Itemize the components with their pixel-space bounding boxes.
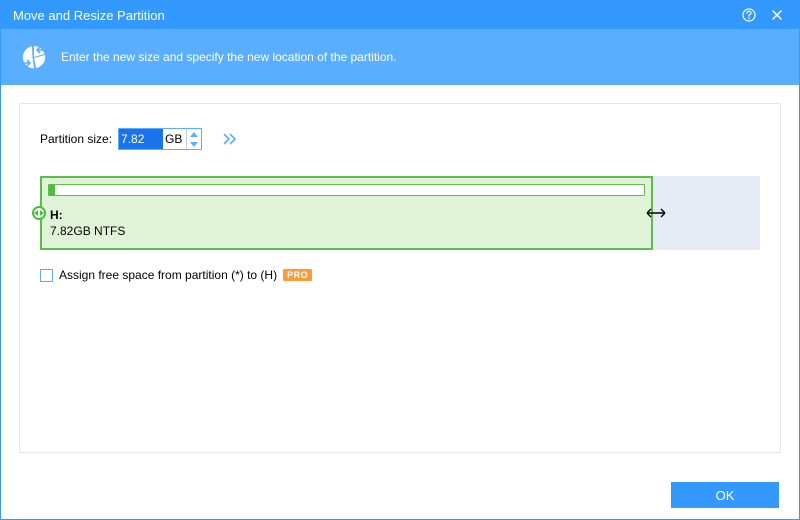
partition-size-input[interactable]: [119, 129, 163, 149]
partition-label: H: 7.82GB NTFS: [50, 208, 125, 238]
partition-block[interactable]: H: 7.82GB NTFS: [40, 176, 653, 250]
size-unit: GB: [163, 132, 186, 146]
close-icon: [771, 9, 783, 21]
close-button[interactable]: [763, 1, 791, 29]
banner: Enter the new size and specify the new l…: [1, 29, 799, 85]
usage-bar: [48, 184, 645, 196]
help-icon: [742, 8, 756, 22]
advanced-toggle[interactable]: [222, 133, 238, 145]
titlebar: Move and Resize Partition: [1, 1, 799, 29]
assign-row: Assign free space from partition (*) to …: [40, 268, 760, 282]
help-button[interactable]: [735, 1, 763, 29]
resize-handle-right[interactable]: [646, 206, 666, 220]
free-space-block: [653, 176, 760, 250]
assign-label: Assign free space from partition (*) to …: [59, 268, 277, 282]
chevron-down-icon: [190, 142, 198, 147]
ok-button[interactable]: OK: [671, 482, 779, 508]
chevron-up-icon: [190, 132, 198, 137]
assign-checkbox[interactable]: [40, 269, 53, 282]
partition-size-input-wrap: GB: [118, 128, 202, 150]
size-spinner: [186, 129, 201, 149]
size-row: Partition size: GB: [40, 128, 760, 150]
window-title: Move and Resize Partition: [13, 8, 735, 23]
partition-size-label: Partition size:: [40, 132, 112, 146]
dialog-window: Move and Resize Partition Enter the: [0, 0, 800, 520]
pro-badge: PRO: [283, 269, 312, 281]
chevrons-right-icon: [222, 133, 238, 145]
resize-handle-left[interactable]: [32, 206, 46, 220]
footer: OK: [1, 471, 799, 519]
resize-horizontal-icon: [646, 207, 666, 219]
partition-meta: 7.82GB NTFS: [50, 224, 125, 238]
banner-text: Enter the new size and specify the new l…: [61, 50, 397, 64]
main-panel: Partition size: GB: [19, 103, 781, 453]
partition-icon: [19, 42, 49, 72]
spinner-down[interactable]: [187, 139, 201, 149]
spinner-up[interactable]: [187, 129, 201, 139]
content-area: Partition size: GB: [1, 85, 799, 471]
partition-diagram[interactable]: H: 7.82GB NTFS: [40, 176, 760, 250]
usage-fill: [49, 185, 55, 195]
partition-drive: H:: [50, 208, 125, 222]
